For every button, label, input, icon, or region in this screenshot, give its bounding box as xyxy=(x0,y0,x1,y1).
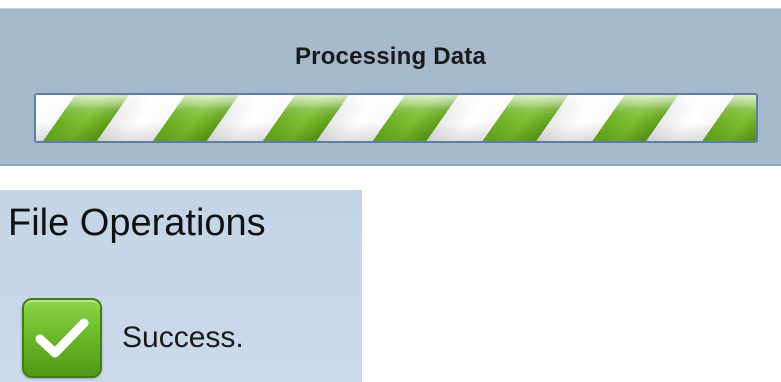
checkmark-icon xyxy=(22,298,102,378)
checkmark-glyph xyxy=(35,318,89,358)
file-operations-title: File Operations xyxy=(8,202,266,244)
processing-title: Processing Data xyxy=(294,43,487,70)
file-operations-panel: File Operations Success. xyxy=(0,190,362,382)
status-row: Success. xyxy=(22,296,244,380)
processing-dialog: Processing Data xyxy=(0,8,781,166)
status-text: Success. xyxy=(122,321,244,354)
progress-bar-fill xyxy=(36,95,756,141)
progress-bar xyxy=(34,93,758,143)
